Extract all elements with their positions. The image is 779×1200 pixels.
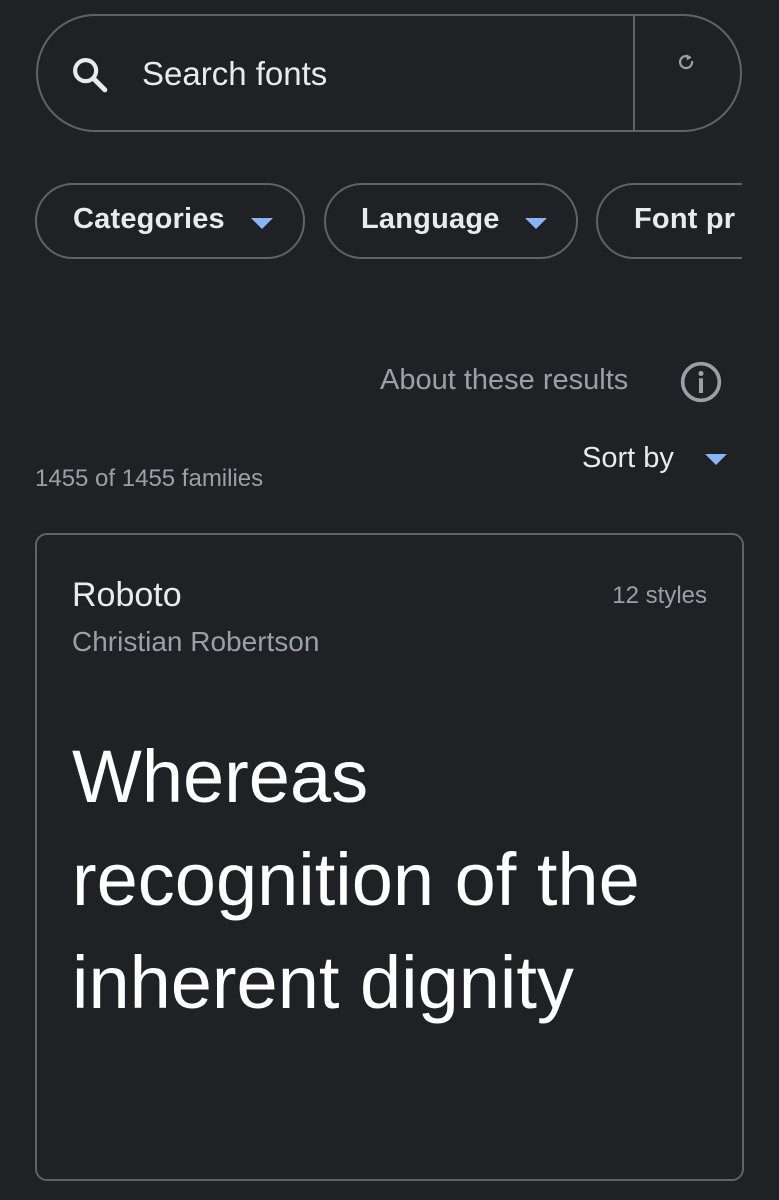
font-properties-filter-chip[interactable]: Font pr xyxy=(596,183,742,259)
chevron-down-icon xyxy=(705,454,727,465)
about-results-label: About these results xyxy=(380,364,629,396)
font-family-name: Roboto xyxy=(72,576,182,614)
font-style-count: 12 styles xyxy=(612,582,707,609)
sort-by-label: Sort by xyxy=(582,442,674,474)
font-card-roboto[interactable]: Roboto Christian Robertson 12 styles Whe… xyxy=(35,533,744,1181)
results-count: 1455 of 1455 families xyxy=(35,465,264,492)
font-properties-chip-clip: Font pr xyxy=(596,180,742,262)
search-bar xyxy=(36,14,742,132)
language-filter-label: Language xyxy=(361,203,500,235)
search-input[interactable] xyxy=(142,42,622,106)
font-browser-page: Categories Language Font pr About these … xyxy=(0,0,779,1200)
language-filter-chip[interactable]: Language xyxy=(324,183,578,259)
info-icon xyxy=(680,361,722,403)
chevron-down-icon xyxy=(525,218,547,229)
chevron-down-icon xyxy=(251,218,273,229)
font-preview-text: Whereas recognition of the inherent dign… xyxy=(72,735,640,1024)
refresh-icon xyxy=(678,54,694,70)
categories-filter-label: Categories xyxy=(73,203,225,235)
font-properties-filter-label: Font pr xyxy=(634,203,736,235)
categories-filter-chip[interactable]: Categories xyxy=(35,183,305,259)
refresh-preview-button[interactable] xyxy=(635,16,740,130)
font-designer: Christian Robertson xyxy=(72,626,320,657)
search-icon xyxy=(73,58,108,93)
sort-by-dropdown[interactable]: Sort by xyxy=(582,438,732,484)
